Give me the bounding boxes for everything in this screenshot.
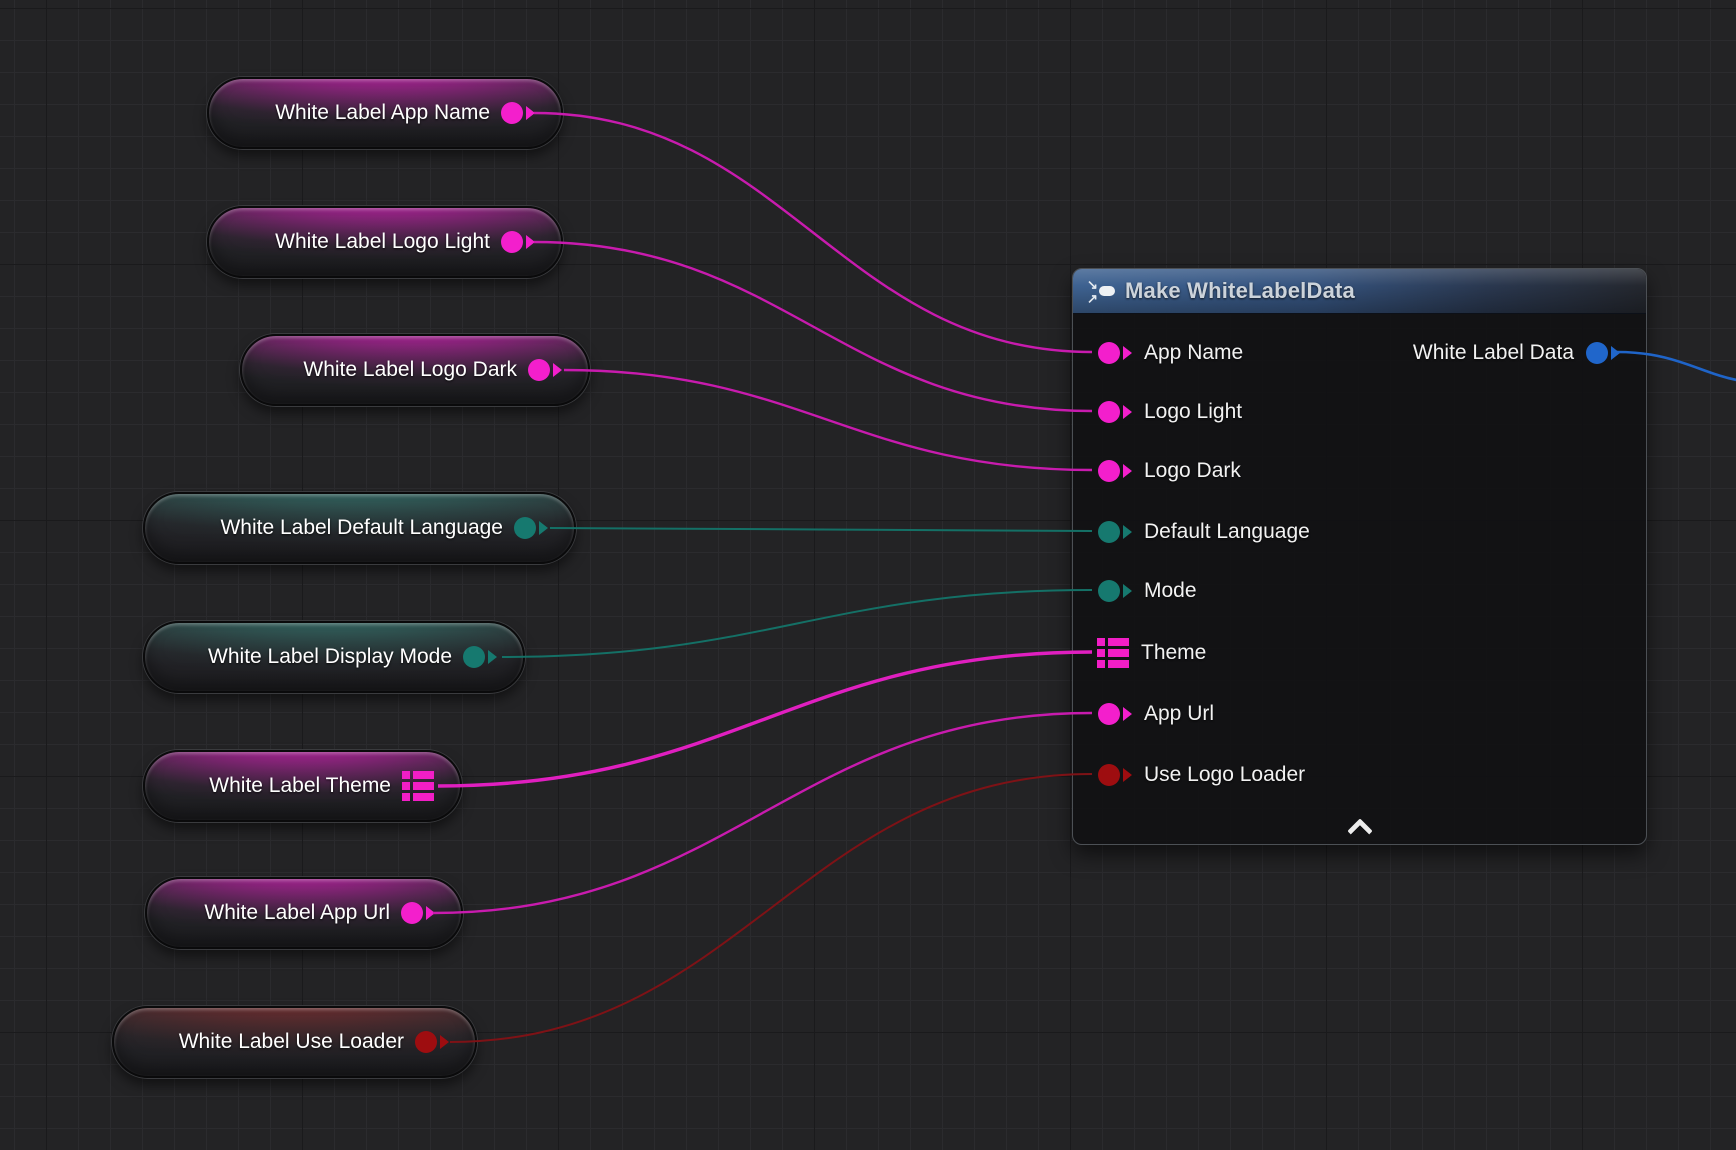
pin-label: Default Language [1144, 520, 1310, 544]
variable-node-white-label-use-loader[interactable]: White Label Use Loader [112, 1006, 477, 1078]
variable-node-white-label-logo-light[interactable]: White Label Logo Light [207, 206, 563, 278]
variable-node-label: White Label Display Mode [208, 645, 452, 669]
variable-node-white-label-theme[interactable]: White Label Theme [143, 750, 462, 822]
input-pin-row-use-logo-loader: Use Logo Loader [1073, 745, 1305, 805]
input-pin-row-logo-dark: Logo Dark [1073, 441, 1241, 501]
string-pin-icon[interactable] [1098, 460, 1132, 482]
string-pin-icon[interactable] [1098, 703, 1132, 725]
struct-list-pin-icon[interactable] [1097, 638, 1129, 668]
string-pin-icon[interactable] [1098, 401, 1132, 423]
input-pin-row-app-name: App Name [1073, 323, 1243, 383]
pin-label: Logo Light [1144, 400, 1242, 424]
wire-logo-light[interactable] [534, 242, 1092, 411]
variable-node-label: White Label Default Language [220, 516, 503, 540]
pin-label: Logo Dark [1144, 459, 1241, 483]
variable-node-label: White Label App Url [204, 901, 390, 925]
variable-node-label: White Label Logo Dark [303, 358, 517, 382]
string-pin-icon[interactable] [401, 902, 435, 924]
input-pin-row-theme: Theme [1073, 623, 1206, 683]
output-pin-row-white-label-data: White Label Data [1346, 323, 1646, 383]
struct-list-pin-icon[interactable] [402, 771, 434, 801]
node-header[interactable]: ↘ ↗ Make WhiteLabelData [1073, 269, 1646, 314]
variable-node-white-label-default-language[interactable]: White Label Default Language [143, 492, 576, 564]
pin-label: Mode [1144, 579, 1197, 603]
pin-label: Use Logo Loader [1144, 763, 1305, 787]
make-struct-icon: ↘ ↗ [1088, 278, 1115, 305]
string-pin-icon[interactable] [501, 231, 535, 253]
string-pin-icon[interactable] [501, 102, 535, 124]
pin-label: Theme [1141, 641, 1206, 665]
enum-pin-icon[interactable] [1098, 521, 1132, 543]
variable-node-label: White Label App Name [275, 101, 490, 125]
make-whitelabeldata-node[interactable]: ↘ ↗ Make WhiteLabelData App Name Logo Li… [1072, 268, 1647, 845]
enum-pin-icon[interactable] [514, 517, 548, 539]
bool-pin-icon[interactable] [415, 1031, 449, 1053]
variable-node-white-label-display-mode[interactable]: White Label Display Mode [143, 621, 525, 693]
pin-label: App Url [1144, 702, 1214, 726]
chevron-up-icon [1347, 818, 1372, 843]
pin-label: App Name [1144, 341, 1243, 365]
input-pin-row-default-language: Default Language [1073, 502, 1310, 562]
collapse-node-button[interactable] [1343, 815, 1377, 841]
wire-default-language[interactable] [550, 528, 1092, 531]
struct-output-pin-icon[interactable] [1586, 342, 1620, 364]
node-title: Make WhiteLabelData [1125, 278, 1355, 304]
variable-node-white-label-logo-dark[interactable]: White Label Logo Dark [240, 334, 590, 406]
wire-app-url[interactable] [433, 713, 1092, 913]
variable-node-label: White Label Theme [209, 774, 391, 798]
wire-logo-dark[interactable] [564, 370, 1092, 470]
enum-pin-icon[interactable] [1098, 580, 1132, 602]
variable-node-white-label-app-url[interactable]: White Label App Url [145, 877, 463, 949]
string-pin-icon[interactable] [1098, 342, 1132, 364]
enum-pin-icon[interactable] [463, 646, 497, 668]
variable-node-label: White Label Use Loader [179, 1030, 404, 1054]
variable-node-label: White Label Logo Light [275, 230, 490, 254]
wire-app-name[interactable] [534, 113, 1092, 352]
bool-pin-icon[interactable] [1098, 764, 1132, 786]
input-pin-row-app-url: App Url [1073, 684, 1214, 744]
string-pin-icon[interactable] [528, 359, 562, 381]
pin-label: White Label Data [1413, 341, 1574, 365]
wire-use-loader[interactable] [450, 774, 1092, 1042]
wire-display-mode[interactable] [502, 590, 1092, 657]
input-pin-row-logo-light: Logo Light [1073, 382, 1242, 442]
variable-node-white-label-app-name[interactable]: White Label App Name [207, 77, 563, 149]
wire-theme[interactable] [438, 652, 1092, 786]
blueprint-graph-canvas[interactable]: White Label App Name White Label Logo Li… [0, 0, 1736, 1150]
